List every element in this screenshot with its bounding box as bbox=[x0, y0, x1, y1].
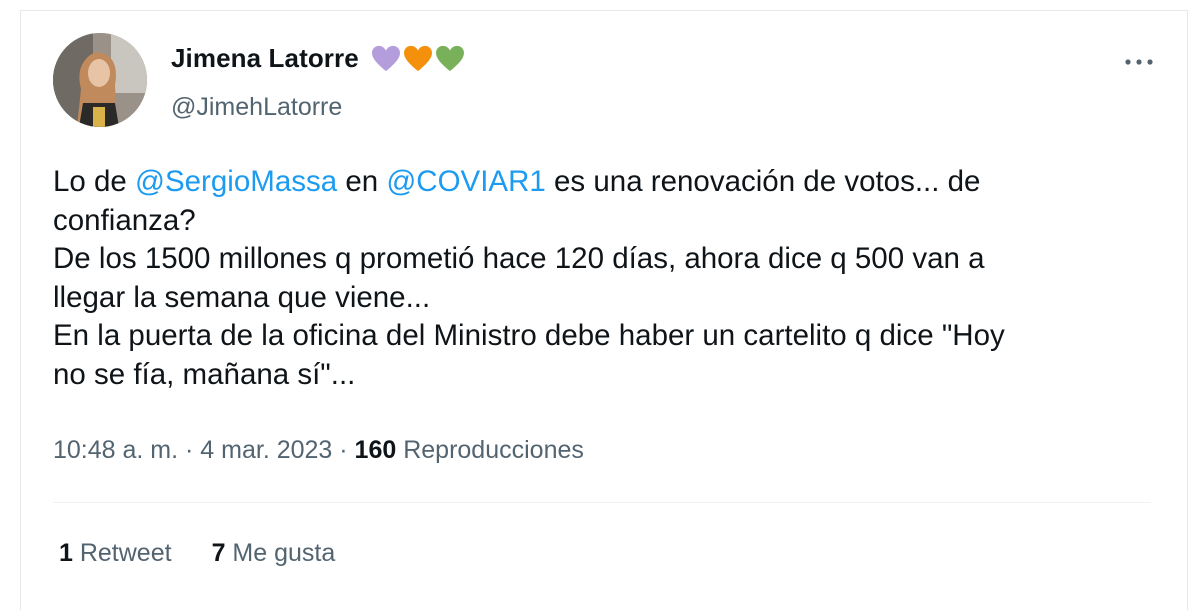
more-horizontal-icon bbox=[1125, 59, 1153, 65]
author-handle[interactable]: @JimehLatorre bbox=[171, 93, 342, 122]
tweet-text: Lo de @SergioMassa en @COVIAR1 es una re… bbox=[53, 163, 1163, 394]
tweet-card: Jimena Latorre @JimehLatorre Lo de @Serg… bbox=[20, 10, 1188, 610]
text-segment: en bbox=[337, 165, 387, 198]
tweet-text-line: no se fía, mañana sí"... bbox=[53, 357, 356, 391]
divider bbox=[53, 502, 1151, 503]
tweet-text-line: Lo de @SergioMassa en @COVIAR1 es una re… bbox=[53, 163, 1163, 202]
tweet-text-line: confianza? bbox=[53, 203, 196, 237]
author-name-row: Jimena Latorre bbox=[171, 43, 465, 74]
mention-link[interactable]: @COVIAR1 bbox=[386, 165, 545, 198]
tweet-text-line: llegar la semana que viene... bbox=[53, 280, 431, 314]
avatar[interactable] bbox=[53, 33, 147, 127]
text-segment: Lo de bbox=[53, 165, 136, 198]
tweet-text-line: En la puerta de la oficina del Ministro … bbox=[53, 319, 1005, 352]
author-display-name[interactable]: Jimena Latorre bbox=[171, 43, 359, 74]
views-count: 160 bbox=[354, 436, 397, 464]
meta-separator: · bbox=[332, 436, 355, 464]
views-label: Reproducciones bbox=[396, 436, 584, 464]
meta-separator: · bbox=[178, 436, 201, 464]
likes-link[interactable]: 7 Me gusta bbox=[212, 539, 336, 568]
tweet-stats: 1 Retweet 7 Me gusta bbox=[59, 539, 335, 568]
retweets-link[interactable]: 1 Retweet bbox=[59, 539, 172, 568]
tweet-time[interactable]: 10:48 a. m. bbox=[53, 436, 178, 464]
purple-heart-icon bbox=[371, 45, 400, 71]
retweets-label: Retweet bbox=[72, 539, 172, 567]
tweet-date[interactable]: 4 mar. 2023 bbox=[200, 436, 332, 464]
likes-label: Me gusta bbox=[225, 539, 336, 567]
more-options-button[interactable] bbox=[1119, 47, 1159, 77]
text-segment: es una renovación de votos... de bbox=[545, 165, 981, 198]
likes-count: 7 bbox=[211, 539, 226, 567]
retweets-count: 1 bbox=[59, 539, 73, 567]
green-heart-icon bbox=[435, 45, 464, 71]
mention-link[interactable]: @SergioMassa bbox=[135, 165, 337, 198]
orange-heart-icon bbox=[403, 45, 432, 71]
tweet-text-line: De los 1500 millones q prometió hace 120… bbox=[53, 242, 985, 275]
author-emoji bbox=[371, 45, 465, 73]
tweet-meta: 10:48 a. m. · 4 mar. 2023 · 160 Reproduc… bbox=[53, 436, 584, 465]
